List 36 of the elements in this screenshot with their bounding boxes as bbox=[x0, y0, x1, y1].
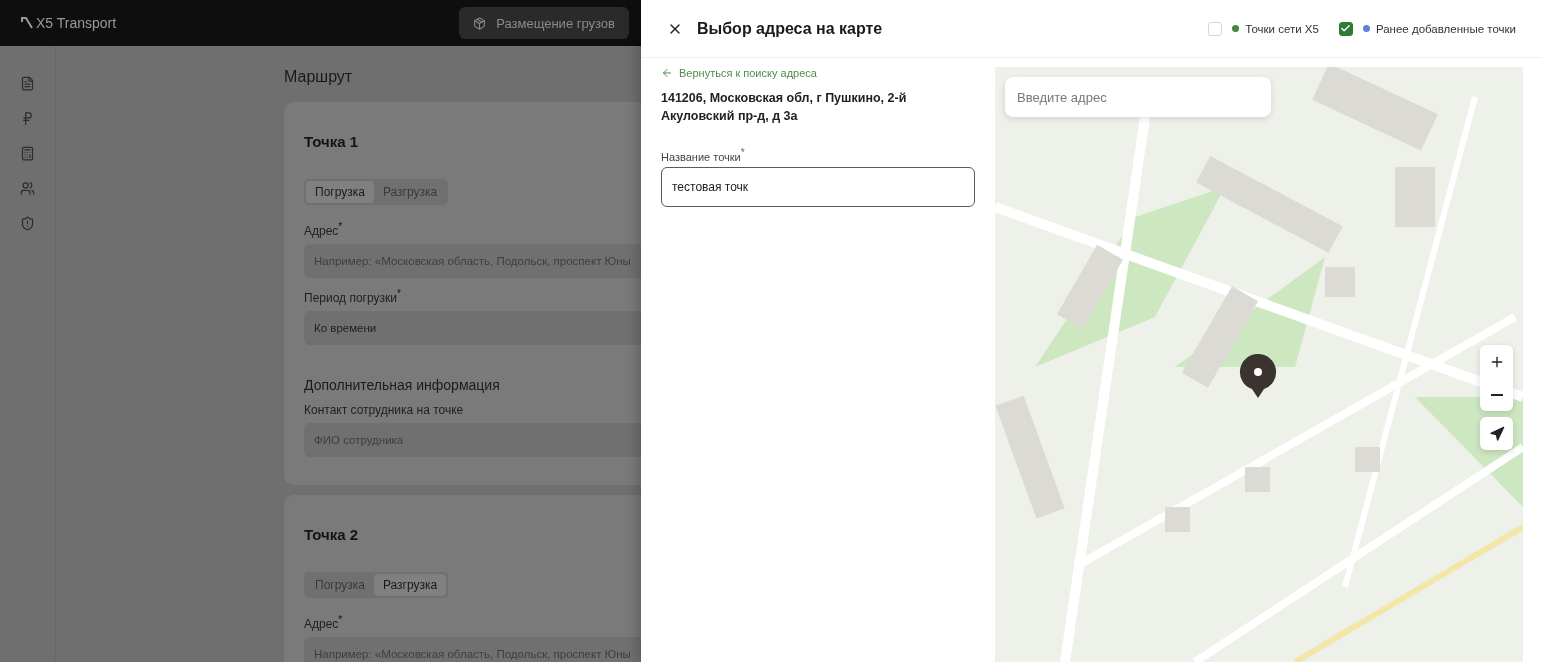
field-label: Период погрузки$^{*}$ bbox=[304, 288, 402, 305]
checkbox[interactable] bbox=[1338, 21, 1353, 36]
box-icon bbox=[473, 16, 487, 30]
section-title: Дополнительная информация bbox=[304, 377, 501, 393]
legend-label: Ранее добавленные точки bbox=[1375, 22, 1516, 35]
field-label: Адрес$^{*}$ bbox=[304, 221, 344, 238]
shield-icon[interactable] bbox=[20, 216, 35, 231]
legend-label: Точки сети X5 bbox=[1245, 22, 1319, 35]
segment-tab[interactable]: Разгрузка bbox=[373, 574, 447, 596]
users-icon[interactable] bbox=[20, 181, 35, 196]
legend-checkbox[interactable]: Ранее добавленные точки bbox=[1338, 21, 1516, 36]
selected-address: 141206, Московская обл, г Пушкино, 2-й Акуловский пр-д, д 3а bbox=[661, 90, 908, 125]
back-link[interactable]: Вернуться к поиску адреса bbox=[661, 67, 975, 79]
field-label: Контакт сотрудника на точке bbox=[304, 403, 465, 417]
arrow-left-icon bbox=[661, 67, 673, 79]
card-title: Точка 2 bbox=[304, 526, 360, 543]
segment-tab[interactable]: Погрузка bbox=[306, 181, 374, 203]
ruble-icon[interactable] bbox=[20, 111, 35, 126]
map-search-field[interactable]: Введите адрес bbox=[1005, 77, 1271, 117]
navigation-arrow-icon bbox=[1488, 425, 1505, 442]
input-field[interactable]: Ко времени bbox=[304, 311, 641, 345]
document-icon[interactable] bbox=[20, 76, 35, 91]
map-pin-icon bbox=[1238, 352, 1278, 400]
logo-text: X5 Transport bbox=[36, 15, 117, 31]
card-title: Точка 1 bbox=[304, 133, 360, 150]
page-title: Маршрут bbox=[284, 68, 354, 87]
logo-icon bbox=[20, 16, 34, 30]
input-field[interactable]: тестовая точк bbox=[661, 166, 975, 207]
map[interactable]: Введите адрес bbox=[995, 67, 1523, 662]
calculator-icon[interactable] bbox=[20, 146, 35, 161]
field-label: Адрес$^{*}$ bbox=[304, 614, 344, 631]
legend-checkbox[interactable]: Точки сети X5 bbox=[1208, 21, 1319, 36]
dialog-title: Выбор адреса на карте bbox=[697, 19, 883, 38]
locate-button[interactable] bbox=[1480, 417, 1513, 450]
cargo-placement-button[interactable]: Размещение грузов bbox=[459, 7, 629, 39]
minus-icon bbox=[1490, 393, 1503, 396]
